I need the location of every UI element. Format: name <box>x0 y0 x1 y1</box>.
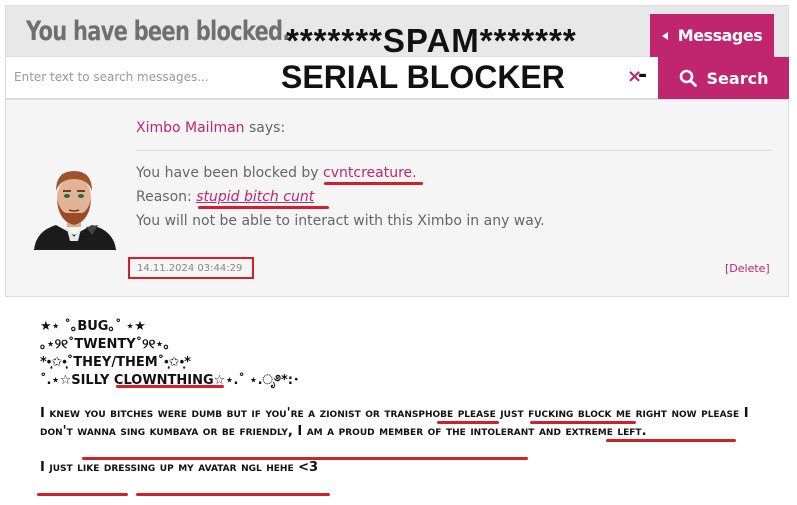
bio-header: ★⋆ ˚｡BUG｡˚ ⋆★ ｡⋆୨୧˚TWENTY˚୨୧⋆｡ *•̩̩͙✩•̩̩͙˚… <box>40 318 299 390</box>
message-card: Ximbo Mailman says: You have been blocke… <box>5 99 789 297</box>
reason-line: Reason: stupid bitch cunt <box>136 189 314 205</box>
underline-dressing-up <box>136 493 330 496</box>
underline-blocker <box>324 182 423 185</box>
bio-line: *•̩̩͙✩•̩̩͙˚THEY/THEM˚•̩̩͙✩•̩̩͙* <box>40 355 191 370</box>
search-row: SERIAL BLOCKER × - Search <box>5 57 789 99</box>
underline-clownthing <box>116 385 224 388</box>
says-text: says: <box>244 120 286 136</box>
underline-i-just-like <box>37 493 128 496</box>
underline-reason <box>198 206 329 209</box>
search-icon <box>679 69 697 87</box>
sender-name-link[interactable]: Ximbo Mailman <box>136 120 245 136</box>
blocked-by-prefix: You have been blocked by <box>136 165 324 181</box>
underline-proud-member <box>82 457 528 460</box>
dash-mark: - <box>638 63 648 88</box>
bio-body: I knew you bitches were dumb but if you'… <box>40 405 780 495</box>
page-title: You have been blocked. <box>26 16 290 47</box>
underline-transphobe <box>530 421 636 424</box>
reason-text: stupid bitch cunt <box>196 189 315 205</box>
messages-button[interactable]: Messages <box>650 14 774 57</box>
bio-line: ｡⋆୨୧˚TWENTY˚୨୧⋆｡ <box>40 337 171 352</box>
timestamp-highlight-box <box>128 257 254 279</box>
underline-friendly <box>606 439 736 442</box>
bio-paragraph: I just like dressing up my avatar ngl he… <box>40 460 319 475</box>
avatar[interactable] <box>26 165 123 250</box>
interaction-notice: You will not be able to interact with th… <box>136 213 545 229</box>
blocked-by-line: You have been blocked by cvntcreature. <box>136 165 417 181</box>
blocker-username-link[interactable]: cvntcreature. <box>323 165 417 181</box>
search-button-label: Search <box>706 68 769 88</box>
divider <box>136 150 772 151</box>
messages-button-label: Messages <box>677 26 763 45</box>
underline-zionist <box>437 421 499 424</box>
bio-line: ★⋆ ˚｡BUG｡˚ ⋆★ <box>40 319 146 334</box>
bio-paragraph: I knew you bitches were dumb but if you'… <box>40 406 749 439</box>
search-button[interactable]: Search <box>658 57 789 99</box>
header-bar: You have been blocked. *******SPAM******… <box>5 5 789 59</box>
search-input[interactable] <box>14 65 274 89</box>
back-arrow-icon <box>661 31 668 40</box>
sender-line: Ximbo Mailman says: <box>136 120 285 136</box>
serial-blocker-overlay-text: SERIAL BLOCKER <box>281 59 565 95</box>
spam-overlay-text: *******SPAM******* <box>286 22 577 59</box>
reason-label: Reason: <box>136 189 197 205</box>
delete-link[interactable]: [Delete] <box>725 262 770 275</box>
